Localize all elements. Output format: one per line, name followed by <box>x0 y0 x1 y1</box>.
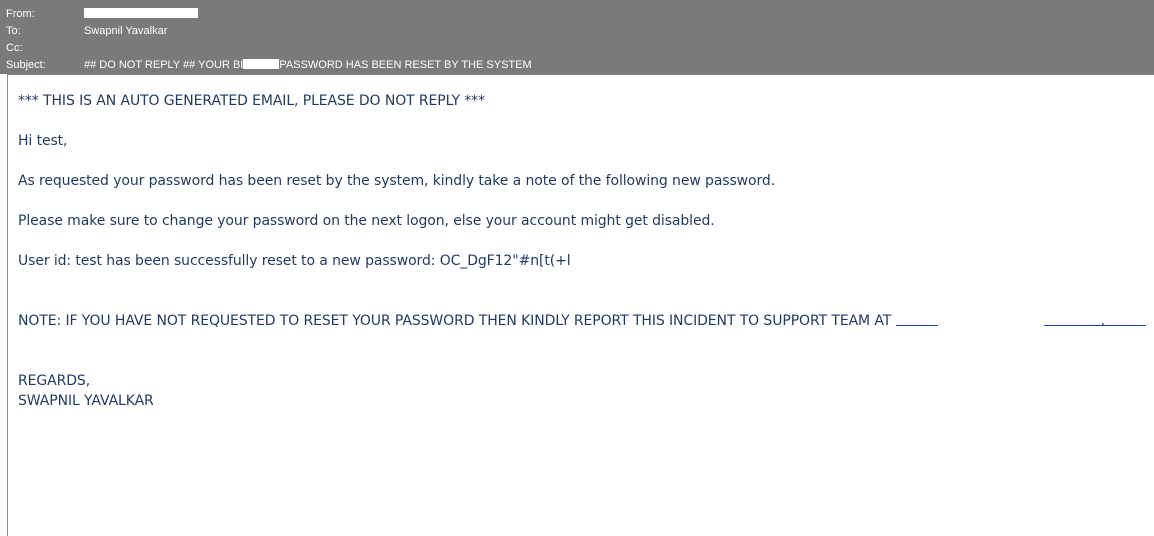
new-password-line: User id: test has been successfully rese… <box>18 253 571 269</box>
signature: SWAPNIL YAVALKAR <box>18 393 154 409</box>
from-value[interactable] <box>84 6 198 22</box>
auto-generated-notice: *** THIS IS AN AUTO GENERATED EMAIL, PLE… <box>18 93 485 109</box>
from-row: From: <box>0 6 1154 22</box>
change-password-notice: Please make sure to change your password… <box>18 213 715 229</box>
subject-value: ## DO NOT REPLY ## YOUR BI PASSWORD HAS B… <box>84 57 532 73</box>
to-value[interactable]: Swapnil Yavalkar <box>84 23 167 39</box>
greeting: Hi test, <box>18 133 68 149</box>
redacted-sender <box>84 8 198 18</box>
subject-label: Subject: <box>6 59 46 71</box>
cc-row: Cc: <box>0 40 1154 56</box>
note-line: NOTE: IF YOU HAVE NOT REQUESTED TO RESET… <box>18 313 1146 329</box>
regards: REGARDS, <box>18 373 91 389</box>
link-underline-start <box>895 325 938 326</box>
email-header: From: To: Swapnil Yavalkar Cc: Subject: … <box>0 0 1154 74</box>
subject-suffix: PASSWORD HAS BEEN RESET BY THE SYSTEM <box>279 59 532 71</box>
redacted-subject-part <box>243 59 280 69</box>
to-label: To: <box>6 25 21 37</box>
link-underline-end <box>1043 325 1146 326</box>
note-end: . <box>1100 313 1105 329</box>
to-row: To: Swapnil Yavalkar <box>0 23 1154 39</box>
support-link[interactable] <box>895 314 1146 326</box>
subject-row: Subject: ## DO NOT REPLY ## YOUR BI PASSW… <box>0 57 1154 73</box>
subject-prefix: ## DO NOT REPLY ## YOUR BI <box>84 59 244 71</box>
cc-label: Cc: <box>6 42 23 54</box>
message-body[interactable]: *** THIS IS AN AUTO GENERATED EMAIL, PLE… <box>7 74 1154 536</box>
reset-notice: As requested your password has been rese… <box>18 173 776 189</box>
note-text: NOTE: IF YOU HAVE NOT REQUESTED TO RESET… <box>18 313 896 329</box>
from-label: From: <box>6 8 35 20</box>
